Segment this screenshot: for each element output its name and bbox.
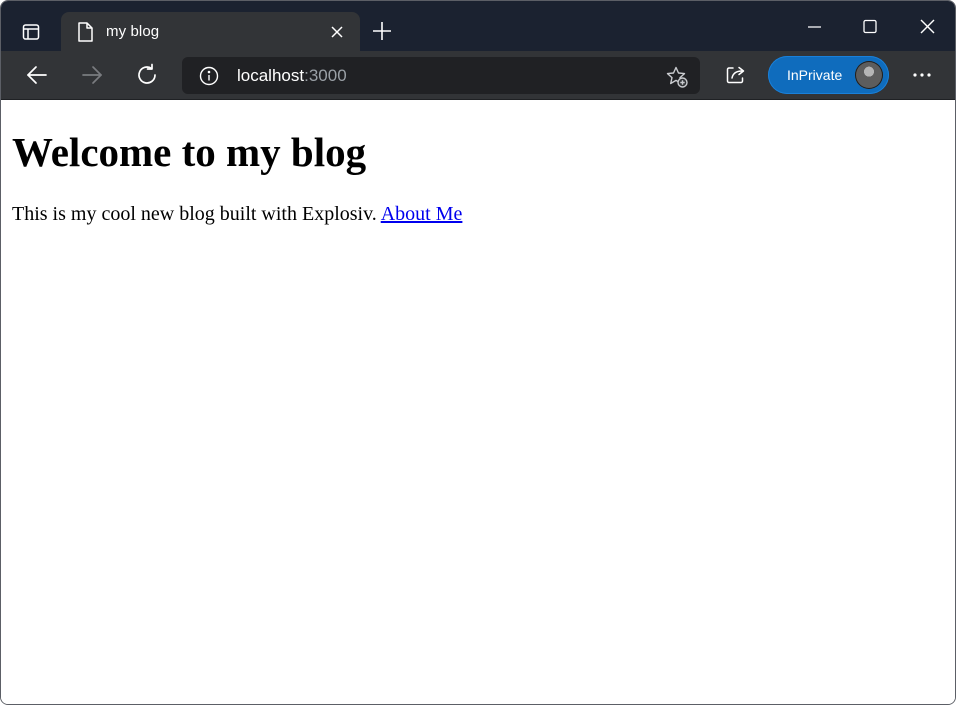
forward-arrow-icon[interactable] — [80, 63, 104, 87]
about-me-link[interactable]: About Me — [381, 203, 463, 225]
new-tab-button[interactable] — [371, 20, 393, 42]
close-window-icon[interactable] — [916, 15, 940, 39]
plus-icon — [373, 22, 391, 40]
star-add-icon[interactable] — [665, 65, 689, 94]
intro-paragraph: This is my cool new blog built with Expl… — [12, 202, 462, 226]
page-icon — [75, 21, 95, 48]
minimize-icon[interactable] — [803, 15, 827, 39]
avatar — [855, 61, 883, 89]
inprivate-label: InPrivate — [787, 67, 843, 83]
share-icon[interactable] — [724, 63, 748, 87]
browser-window: my blog localhost:3000 InPrivate Welcome… — [0, 0, 956, 705]
close-icon[interactable] — [329, 24, 345, 40]
url-port: :3000 — [304, 66, 347, 85]
maximize-icon[interactable] — [858, 15, 882, 39]
tab-title: my blog — [106, 23, 160, 40]
intro-text: This is my cool new blog built with Expl… — [12, 203, 377, 225]
url-text: localhost:3000 — [237, 66, 347, 86]
address-bar[interactable]: localhost:3000 — [182, 57, 700, 94]
inprivate-button[interactable]: InPrivate — [768, 56, 889, 94]
tab-active[interactable]: my blog — [61, 12, 360, 51]
page-heading: Welcome to my blog — [12, 129, 367, 175]
more-icon[interactable] — [910, 63, 934, 87]
page-viewport: Welcome to my blog This is my cool new b… — [1, 100, 955, 704]
refresh-icon[interactable] — [135, 63, 159, 87]
info-icon[interactable] — [199, 66, 219, 91]
back-arrow-icon[interactable] — [25, 63, 49, 87]
tab-actions-icon[interactable] — [13, 15, 49, 49]
title-bar: my blog — [1, 1, 955, 51]
url-host: localhost — [237, 66, 305, 85]
toolbar: localhost:3000 InPrivate — [1, 51, 955, 100]
